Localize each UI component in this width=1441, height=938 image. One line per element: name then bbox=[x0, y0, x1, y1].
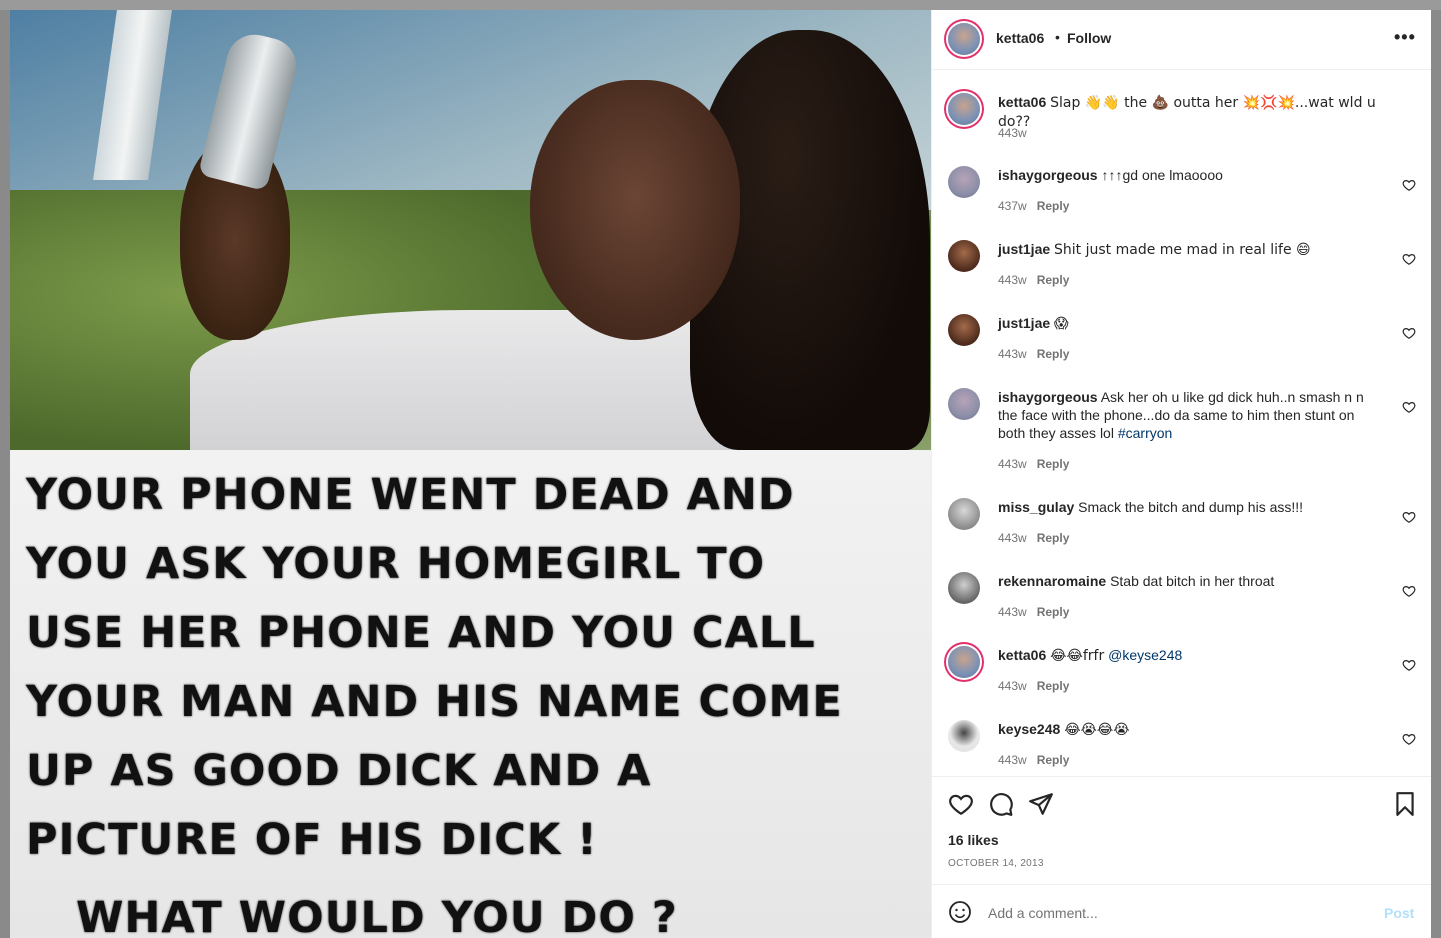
comment-username[interactable]: just1jae bbox=[998, 315, 1050, 331]
caption-line: YOUR PHONE WENT DEAD AND bbox=[26, 470, 795, 520]
save-bookmark-icon[interactable] bbox=[1392, 791, 1418, 817]
post-media: YOUR PHONE WENT DEAD AND YOU ASK YOUR HO… bbox=[10, 10, 931, 938]
comment-time[interactable]: 443w bbox=[998, 531, 1027, 545]
comment-time[interactable]: 443w bbox=[998, 679, 1027, 693]
comment-username[interactable]: miss_gulay bbox=[998, 499, 1074, 515]
header-username[interactable]: ketta06 bbox=[996, 30, 1044, 46]
avatar[interactable] bbox=[948, 93, 980, 125]
comment-username[interactable]: keyse248 bbox=[998, 721, 1060, 737]
comment-time[interactable]: 443w bbox=[998, 605, 1027, 619]
separator-dot: • bbox=[1055, 29, 1060, 45]
reply-button[interactable]: Reply bbox=[1037, 347, 1070, 361]
comment-text: Slap 👋👋 the 💩 outta her 💥💢💥...wat wld u … bbox=[998, 95, 1376, 130]
caption-line: PICTURE OF HIS DICK ! bbox=[26, 815, 598, 865]
comment-bubble-icon[interactable] bbox=[988, 791, 1014, 817]
comment-time[interactable]: 443w bbox=[998, 347, 1027, 361]
comment-input[interactable]: Add a comment... bbox=[988, 905, 1098, 921]
meme-caption: YOUR PHONE WENT DEAD AND YOU ASK YOUR HO… bbox=[10, 450, 931, 938]
reply-button[interactable]: Reply bbox=[1037, 679, 1070, 693]
avatar[interactable] bbox=[948, 498, 980, 530]
caption-line: YOUR MAN AND HIS NAME COME bbox=[26, 677, 843, 727]
comment-time[interactable]: 443w bbox=[998, 753, 1027, 767]
like-comment-heart-icon[interactable] bbox=[1402, 584, 1416, 598]
comment-text: 😱 bbox=[1054, 316, 1069, 332]
avatar[interactable] bbox=[948, 314, 980, 346]
like-comment-heart-icon[interactable] bbox=[1402, 658, 1416, 672]
avatar[interactable] bbox=[948, 23, 980, 55]
comment-time[interactable]: 443w bbox=[998, 457, 1027, 471]
comment-username[interactable]: rekennaromaine bbox=[998, 573, 1106, 589]
reply-button[interactable]: Reply bbox=[1037, 605, 1070, 619]
avatar[interactable] bbox=[948, 388, 980, 420]
reply-button[interactable]: Reply bbox=[1037, 753, 1070, 767]
side-panel: ketta06 • Follow ••• ketta06 Slap 👋👋 the… bbox=[931, 10, 1431, 938]
more-options-icon[interactable]: ••• bbox=[1394, 27, 1416, 48]
comment-username[interactable]: just1jae bbox=[998, 241, 1050, 257]
like-comment-heart-icon[interactable] bbox=[1402, 326, 1416, 340]
comment-text: 😂😭😂😭 bbox=[1064, 722, 1130, 738]
avatar[interactable] bbox=[948, 240, 980, 272]
caption-line: UP AS GOOD DICK AND A bbox=[26, 746, 652, 796]
likes-count[interactable]: 16 likes bbox=[948, 832, 999, 848]
comment-text: 😂😂frfr bbox=[1050, 648, 1105, 664]
avatar[interactable] bbox=[948, 720, 980, 752]
reply-button[interactable]: Reply bbox=[1037, 273, 1070, 287]
hashtag-link[interactable]: #carryon bbox=[1118, 425, 1172, 441]
mention-link[interactable]: @keyse248 bbox=[1108, 647, 1182, 663]
post-modal: YOUR PHONE WENT DEAD AND YOU ASK YOUR HO… bbox=[10, 10, 1431, 938]
like-comment-heart-icon[interactable] bbox=[1402, 178, 1416, 192]
post-photo bbox=[10, 10, 931, 450]
comment-username[interactable]: ishaygorgeous bbox=[998, 167, 1098, 183]
comment-text: Shit just made me mad in real life 😄 bbox=[1054, 242, 1311, 258]
like-comment-heart-icon[interactable] bbox=[1402, 732, 1416, 746]
like-comment-heart-icon[interactable] bbox=[1402, 400, 1416, 414]
avatar[interactable] bbox=[948, 166, 980, 198]
reply-button[interactable]: Reply bbox=[1037, 199, 1070, 213]
add-comment-bar: Add a comment... Post bbox=[932, 884, 1431, 938]
browser-top-strip bbox=[0, 0, 1441, 10]
like-comment-heart-icon[interactable] bbox=[1402, 510, 1416, 524]
share-paper-plane-icon[interactable] bbox=[1028, 791, 1054, 817]
caption-line: WHAT WOULD YOU DO ? bbox=[76, 893, 678, 938]
emoji-smile-icon[interactable] bbox=[948, 900, 972, 924]
comment-time[interactable]: 437w bbox=[998, 199, 1027, 213]
comment-text: Stab dat bitch in her throat bbox=[1110, 573, 1275, 589]
post-header: ketta06 • Follow ••• bbox=[932, 10, 1431, 70]
comment-time[interactable]: 443w bbox=[998, 126, 1027, 140]
follow-button[interactable]: Follow bbox=[1067, 30, 1111, 46]
caption-line: USE HER PHONE AND YOU CALL bbox=[26, 608, 816, 658]
comment-username[interactable]: ketta06 bbox=[998, 94, 1046, 110]
action-bar: 16 likes OCTOBER 14, 2013 bbox=[932, 776, 1431, 895]
avatar[interactable] bbox=[948, 646, 980, 678]
post-date[interactable]: OCTOBER 14, 2013 bbox=[948, 858, 1044, 869]
comment-time[interactable]: 443w bbox=[998, 273, 1027, 287]
caption-line: YOU ASK YOUR HOMEGIRL TO bbox=[26, 539, 766, 589]
comment-text: ↑↑↑gd one lmaoooo bbox=[1101, 167, 1223, 183]
reply-button[interactable]: Reply bbox=[1037, 531, 1070, 545]
avatar[interactable] bbox=[948, 572, 980, 604]
comment-username[interactable]: ishaygorgeous bbox=[998, 389, 1098, 405]
like-comment-heart-icon[interactable] bbox=[1402, 252, 1416, 266]
reply-button[interactable]: Reply bbox=[1037, 457, 1070, 471]
post-button[interactable]: Post bbox=[1384, 905, 1414, 921]
comment-text: Smack the bitch and dump his ass!!! bbox=[1078, 499, 1304, 515]
like-heart-icon[interactable] bbox=[948, 791, 974, 817]
comment-list[interactable]: ketta06 Slap 👋👋 the 💩 outta her 💥💢💥...wa… bbox=[932, 70, 1431, 776]
comment-username[interactable]: ketta06 bbox=[998, 647, 1046, 663]
